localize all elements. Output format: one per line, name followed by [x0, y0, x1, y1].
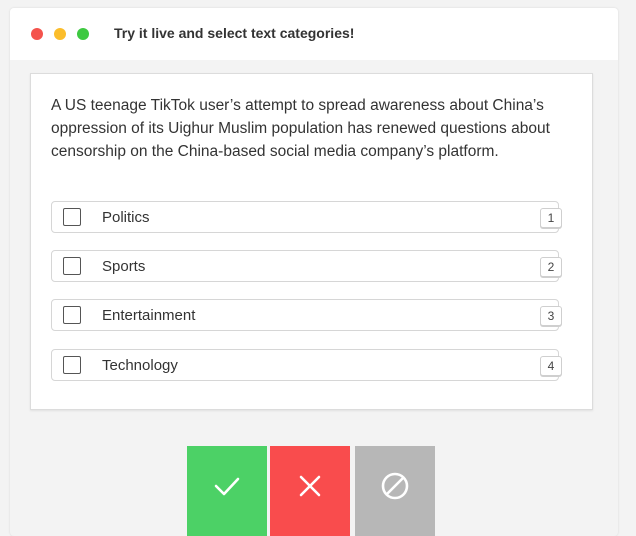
checkbox[interactable] [63, 356, 81, 374]
accept-button[interactable] [187, 446, 267, 536]
annotation-card: A US teenage TikTok user’s attempt to sp… [30, 73, 593, 410]
check-icon [214, 477, 240, 496]
window-minimize-button[interactable] [54, 28, 66, 40]
sample-text: A US teenage TikTok user’s attempt to sp… [51, 97, 550, 160]
hotkey-badge: 4 [540, 356, 562, 376]
option-label: Politics [102, 209, 150, 226]
close-icon [299, 475, 321, 497]
window-maximize-button[interactable] [77, 28, 89, 40]
option-technology[interactable]: Technology 4 [51, 349, 562, 381]
option-politics[interactable]: Politics 1 [51, 201, 562, 233]
ban-icon [381, 472, 409, 500]
window-close-button[interactable] [31, 28, 43, 40]
option-label: Entertainment [102, 307, 196, 324]
hotkey-badge: 3 [540, 306, 562, 326]
option-label: Technology [102, 357, 178, 374]
option-label: Sports [102, 258, 146, 275]
hotkey-badge: 2 [540, 257, 562, 277]
checkbox[interactable] [63, 257, 81, 275]
checkbox[interactable] [63, 208, 81, 226]
ignore-button[interactable] [355, 446, 435, 536]
window-title: Try it live and select text categories! [114, 25, 355, 41]
option-sports[interactable]: Sports 2 [51, 250, 562, 282]
hotkey-badge: 1 [540, 208, 562, 228]
option-entertainment[interactable]: Entertainment 3 [51, 299, 562, 331]
checkbox[interactable] [63, 306, 81, 324]
reject-button[interactable] [270, 446, 350, 536]
app-window: Try it live and select text categories! … [10, 8, 618, 536]
title-bar: Try it live and select text categories! [10, 8, 618, 60]
